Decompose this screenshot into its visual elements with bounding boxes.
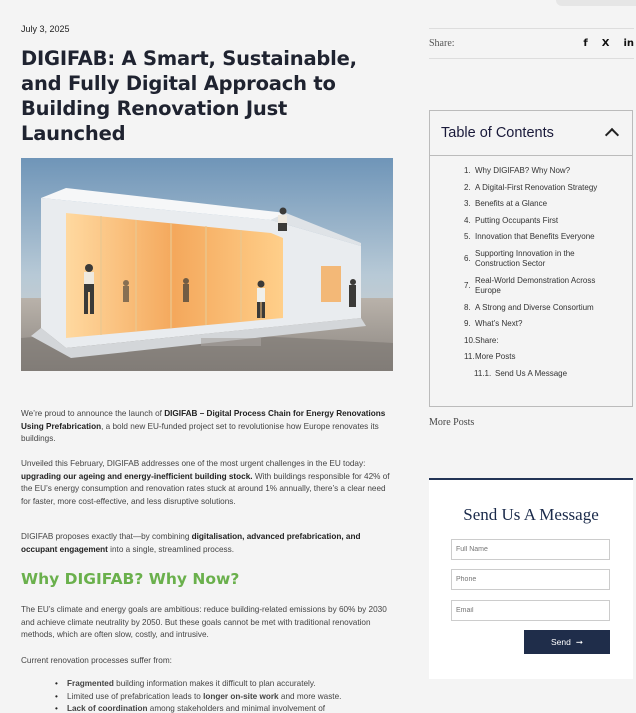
toc-item-label: A Strong and Diverse Consortium [475,302,594,312]
toc-item-label: Putting Occupants First [475,215,559,225]
toc-item[interactable]: 8. A Strong and Diverse Consortium [430,303,632,314]
toc-item-label: Why DIGIFAB? Why Now? [475,166,571,175]
list-item: Lack of coordination among stakeholders … [55,703,395,713]
bullet-pre: Limited use of prefabrication leads to [67,691,204,701]
table-of-contents: Table of Contents 1. Why DIGIFAB? Why Now… [429,110,633,407]
arrow-right-icon: ➞ [575,636,583,647]
share-label: Share: [429,38,455,49]
toc-list: 1. Why DIGIFAB? Why Now? 2. A Digital-Firs… [430,156,632,379]
x-twitter-icon[interactable]: X [602,38,610,49]
context-text-bold: upgrading our ageing and energy-ineffici… [21,471,253,481]
proposal-paragraph: DIGIFAB proposes exactly that—by combini… [21,531,393,556]
toc-item-number: 1. [464,166,471,175]
bullet-text: building information makes it difficult … [113,679,316,688]
goals-paragraph: The EU’s climate and energy goals are am… [21,605,387,639]
toc-item-number: 11. [464,352,475,361]
toc-item[interactable]: 9. What’s Next? [430,319,632,330]
toc-item-label: A Digital-First Renovation Strategy [475,182,598,192]
bullet-bold: longer on-site work [203,691,279,701]
toc-header[interactable]: Table of Contents [430,111,632,156]
full-name-field[interactable] [451,539,610,560]
toc-item-label: More Posts [475,352,516,361]
bullet-bold: Fragmented [67,679,114,688]
toc-item-number: 6. [464,253,471,263]
proposal-text-a: DIGIFAB proposes exactly that—by combini… [21,532,192,541]
toc-item-number: 11.1. [474,368,492,378]
context-paragraph: Unveiled this February, DIGIFAB addresse… [21,458,393,508]
bullet-text: and more waste. [278,691,342,701]
more-posts-heading: More Posts [429,417,475,428]
list-item: Fragmented building information makes it… [55,678,395,691]
email-field[interactable] [451,600,610,621]
toc-item[interactable]: 7. Real-World Demonstration Across Europe [430,276,632,297]
toc-item-number: 3. [464,199,471,208]
toc-item-label: Real-World Demonstration Across Europe [475,275,596,296]
toc-item-label: Innovation that Benefits Everyone [475,232,595,241]
proposal-text-c: into a single, streamlined process. [107,544,234,554]
toc-item[interactable]: 4. Putting Occupants First [430,216,632,227]
toc-item-number: 9. [464,319,471,328]
toc-item-number: 10. [464,335,476,345]
toc-item-number: 7. [464,280,471,290]
toc-subitem[interactable]: 11.1. Send Us A Message [430,369,632,380]
send-button-label: Send [551,637,571,647]
toc-item[interactable]: 5. Innovation that Benefits Everyone [430,232,632,243]
problems-list: Fragmented building information makes it… [55,678,395,713]
intro-paragraph: We’re proud to announce the launch of DI… [21,408,393,446]
linkedin-icon[interactable]: in [623,38,634,49]
phone-field[interactable] [451,569,610,590]
bullet-text: among stakeholders and minimal involveme… [147,704,326,713]
chevron-up-icon[interactable] [604,125,620,141]
toc-title: Table of Contents [441,125,554,141]
send-button[interactable]: Send ➞ [524,630,610,654]
context-text-a: Unveiled this February, DIGIFAB addresse… [21,459,366,468]
hero-image-illustration [21,158,393,371]
toc-item[interactable]: 3. Benefits at a Glance [430,199,632,210]
toc-item[interactable]: 10. Share: [430,336,632,347]
facebook-icon[interactable]: f [583,38,587,49]
bullet-bold: Lack of coordination [67,704,148,713]
top-edge-shadow [556,0,636,6]
toc-item-label: Send Us A Message [495,368,568,378]
toc-item-label: Supporting Innovation in the Constructio… [475,248,575,269]
toc-item[interactable]: 2. A Digital-First Renovation Strategy [430,183,632,194]
toc-item-label: Share: [475,335,499,345]
toc-item[interactable]: 6. Supporting Innovation in the Construct… [430,249,632,270]
toc-item-label: Benefits at a Glance [475,199,548,208]
problems-intro: Current renovation processes suffer from… [21,656,172,665]
toc-item[interactable]: 1. Why DIGIFAB? Why Now? [430,166,632,177]
toc-item-number: 4. [464,215,471,225]
message-form: Send Us A Message Send ➞ [429,478,633,679]
list-item: Limited use of prefabrication leads to l… [55,691,395,704]
toc-item-number: 8. [464,302,471,312]
section-heading-why: Why DIGIFAB? Why Now? [21,570,240,588]
message-form-title: Send Us A Message [463,505,599,524]
toc-item-label: What’s Next? [475,319,523,328]
share-bar: Share: f X in [429,28,634,59]
article-title: DIGIFAB: A Smart, Sustainable, and Fully… [21,47,357,145]
post-date: July 3, 2025 [21,24,70,34]
toc-item-number: 5. [464,232,471,241]
hero-image [21,158,393,371]
toc-item-number: 2. [464,182,471,192]
intro-text-a: We’re proud to announce the launch of [21,409,165,418]
toc-item[interactable]: 11. More Posts [430,352,632,363]
